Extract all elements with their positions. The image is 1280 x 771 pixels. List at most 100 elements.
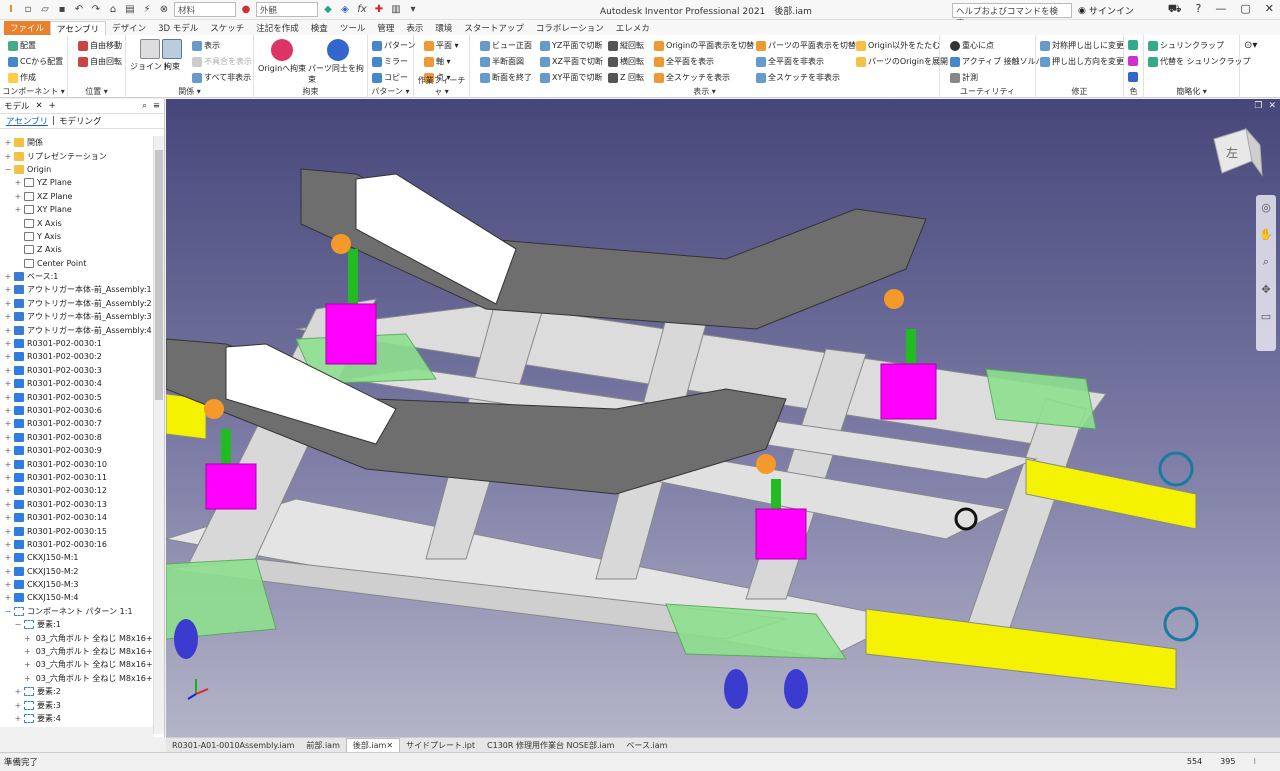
add-icon[interactable]: ✚ — [372, 3, 386, 17]
expand-icon[interactable]: + — [4, 500, 12, 509]
expand-icon[interactable]: + — [4, 446, 12, 455]
expand-icon[interactable]: + — [4, 473, 12, 482]
tree-item[interactable]: − Origin — [0, 163, 153, 176]
sym-extrude-button[interactable]: 対称押し出しに変更 — [1040, 40, 1124, 51]
expand-icon[interactable]: + — [4, 486, 12, 495]
tab-13[interactable]: エレメカ — [610, 21, 656, 35]
tab-0[interactable]: ファイル — [4, 21, 51, 35]
new-icon[interactable]: ▫ — [21, 3, 35, 17]
tree-item[interactable]: +03_六角ボルト 全ねじ M8x16+sp — [0, 631, 153, 644]
zoom-icon[interactable]: ⌕ — [1263, 255, 1269, 269]
tree-item[interactable]: + ベース:1 — [0, 270, 153, 283]
expand-icon[interactable]: + — [4, 379, 12, 388]
expand-icon[interactable]: + — [24, 660, 31, 669]
yz-cut-button[interactable]: YZ平面で切断 — [540, 40, 602, 51]
expand-icon[interactable]: + — [4, 352, 12, 361]
tab-4[interactable]: スケッチ — [204, 21, 250, 35]
help-icon[interactable]: ? — [1196, 2, 1202, 17]
xy-cut-button[interactable]: XY平面で切断 — [540, 72, 602, 83]
expand-icon[interactable]: − — [4, 607, 12, 616]
expand-icon[interactable]: + — [4, 285, 12, 294]
part-planes-toggle[interactable]: パーツの平面表示を切替 — [756, 40, 856, 51]
save-icon[interactable]: ▪ — [55, 3, 69, 17]
tree-item[interactable]: + CKXJ150-M:4 — [0, 591, 153, 604]
expand-icon[interactable]: + — [4, 393, 12, 402]
free-move-button[interactable]: 自由移動 — [78, 40, 122, 51]
tree-item[interactable]: X Axis — [0, 216, 153, 229]
tree-item[interactable]: + R0301-P02-0030:9 — [0, 444, 153, 457]
browser-tab-model[interactable]: モデル — [4, 100, 30, 112]
tab-10[interactable]: 環境 — [429, 21, 458, 35]
expand-icon[interactable]: + — [4, 152, 12, 161]
document-tab[interactable]: C130R 修理用作業台 NOSE部.iam — [481, 738, 620, 753]
panel-title[interactable]: 作業フィーチャ ▾ — [414, 75, 469, 97]
panel-title[interactable]: 簡略化 ▾ — [1144, 86, 1239, 97]
hide-all-button[interactable]: すべて非表示 — [192, 72, 251, 83]
expand-icon[interactable]: + — [14, 178, 22, 187]
expand-icon[interactable]: + — [14, 192, 22, 201]
fx-icon[interactable]: fx — [355, 3, 369, 17]
orbit-icon[interactable]: ✥ — [1261, 283, 1270, 296]
tree-item[interactable]: + リプレゼンテーション — [0, 149, 153, 162]
collapse-except-origin-button[interactable]: Origin以外をたたむ — [856, 40, 940, 51]
axis-button[interactable]: 軸 ▾ — [424, 56, 451, 67]
expand-icon[interactable]: + — [24, 647, 31, 656]
expand-icon[interactable]: + — [4, 593, 12, 602]
create-button[interactable]: 作成 — [8, 72, 36, 83]
tree-item[interactable]: − コンポーネント パターン 1:1 — [0, 605, 153, 618]
expand-icon[interactable]: + — [4, 366, 12, 375]
browser-hscrollbar[interactable] — [0, 727, 153, 737]
scrollbar-thumb[interactable] — [155, 150, 163, 400]
viewport-restore-icon[interactable]: ❐ — [1254, 101, 1262, 111]
cog-point-button[interactable]: 重心に点 — [950, 40, 994, 51]
plane-button[interactable]: 平面 ▾ — [424, 40, 459, 51]
expand-icon[interactable]: + — [4, 567, 12, 576]
tree-item[interactable]: − 要素:1 — [0, 618, 153, 631]
tree-item[interactable]: + CKXJ150-M:1 — [0, 551, 153, 564]
mirror-button[interactable]: ミラー — [372, 56, 408, 67]
tree-item[interactable]: + 関係 — [0, 136, 153, 149]
panel-title[interactable]: 表示 ▾ — [470, 86, 939, 97]
expand-icon[interactable]: + — [14, 687, 22, 696]
tree-item[interactable]: + R0301-P02-0030:15 — [0, 524, 153, 537]
color-button-2[interactable] — [1128, 56, 1138, 66]
place-cc-button[interactable]: CCから配置 — [8, 56, 63, 67]
redo-icon[interactable]: ↷ — [89, 3, 103, 17]
end-section-button[interactable]: 断面を終了 — [480, 72, 532, 83]
tree-item[interactable]: + 要素:4 — [0, 712, 153, 725]
document-close-icon[interactable]: ✕ — [386, 741, 393, 750]
tree-item[interactable]: + R0301-P02-0030:3 — [0, 364, 153, 377]
tree-item[interactable]: + CKXJ150-M:2 — [0, 565, 153, 578]
constrain-button[interactable]: 拘束 — [162, 39, 182, 72]
tree-item[interactable]: Y Axis — [0, 230, 153, 243]
tab-5[interactable]: 注記を作成 — [250, 21, 305, 35]
tree-item[interactable]: + R0301-P02-0030:10 — [0, 457, 153, 470]
tree-item[interactable]: + R0301-P02-0030:11 — [0, 471, 153, 484]
browser-view-assembly[interactable]: アセンブリ — [6, 115, 48, 127]
document-tab[interactable]: 前部.iam — [300, 738, 345, 753]
browser-search-icon[interactable]: ⌕ — [142, 101, 147, 111]
tree-item[interactable]: +03_六角ボルト 全ねじ M8x16+sp — [0, 658, 153, 671]
measure-button[interactable]: 計測 — [950, 72, 978, 83]
appearance-select[interactable]: 外観 — [256, 2, 318, 17]
view-front-button[interactable]: ビュー正面 — [480, 40, 532, 51]
tree-item[interactable]: + 要素:2 — [0, 685, 153, 698]
export-icon[interactable]: ▥ — [389, 3, 403, 17]
undo-icon[interactable]: ↶ — [72, 3, 86, 17]
viewport-close-icon[interactable]: ✕ — [1268, 101, 1276, 111]
expand-icon[interactable]: + — [4, 339, 12, 348]
expand-icon[interactable]: + — [24, 634, 31, 643]
tree-item[interactable]: + R0301-P02-0030:8 — [0, 431, 153, 444]
contact-solver-button[interactable]: アクティブ 接触ソルバ — [950, 56, 1044, 67]
expand-part-origin-button[interactable]: パーツのOriginを展開 — [856, 56, 948, 67]
document-tab[interactable]: 後部.iam ✕ — [345, 737, 401, 753]
copy-button[interactable]: コピー — [372, 72, 408, 83]
hide-all-planes-button[interactable]: 全平面を非表示 — [756, 56, 824, 67]
open-icon[interactable]: ▱ — [38, 3, 52, 17]
expand-icon[interactable]: + — [14, 714, 22, 723]
tree-item[interactable]: + 要素:3 — [0, 698, 153, 711]
free-rotate-button[interactable]: 自由回転 — [78, 56, 122, 67]
tree-item[interactable]: + CKXJ150-M:3 — [0, 578, 153, 591]
minimize-icon[interactable]: — — [1215, 2, 1226, 17]
tree-item[interactable]: + R0301-P02-0030:16 — [0, 538, 153, 551]
